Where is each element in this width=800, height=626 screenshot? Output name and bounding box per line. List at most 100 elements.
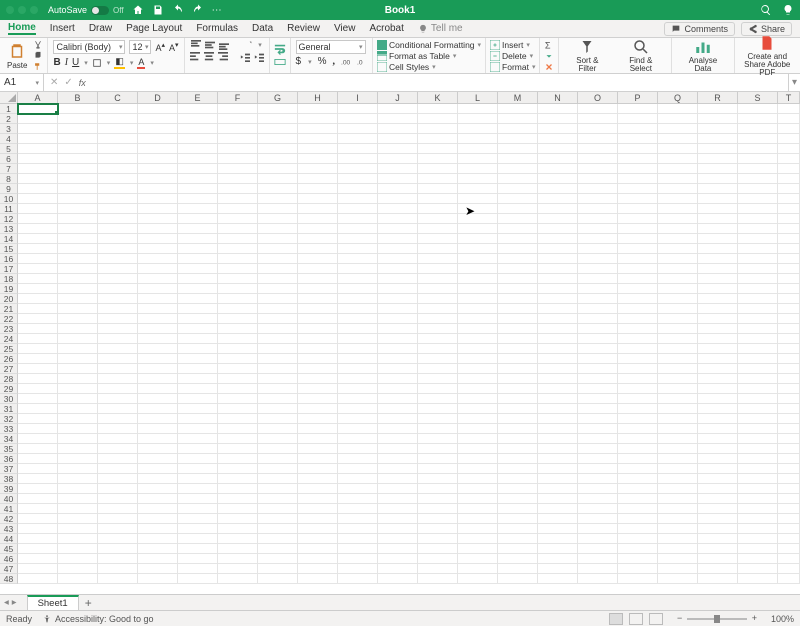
cell[interactable] (698, 294, 738, 304)
cell[interactable] (698, 504, 738, 514)
cell[interactable] (418, 454, 458, 464)
cell[interactable] (298, 524, 338, 534)
cell[interactable] (258, 404, 298, 414)
cell[interactable] (738, 144, 778, 154)
cell[interactable] (378, 144, 418, 154)
cell[interactable] (418, 504, 458, 514)
cell[interactable] (618, 174, 658, 184)
cell[interactable] (618, 214, 658, 224)
tab-insert[interactable]: Insert (50, 23, 75, 34)
cell[interactable] (258, 304, 298, 314)
autosave-toggle[interactable]: AutoSave Off (48, 5, 124, 15)
cell[interactable] (618, 424, 658, 434)
save-icon[interactable] (152, 4, 164, 16)
cell[interactable] (778, 254, 800, 264)
cell[interactable] (338, 414, 378, 424)
cell[interactable] (738, 194, 778, 204)
cell[interactable] (58, 124, 98, 134)
cell[interactable] (658, 284, 698, 294)
format-painter-icon[interactable] (33, 62, 43, 72)
cell[interactable] (538, 424, 578, 434)
cell[interactable] (378, 374, 418, 384)
cell[interactable] (618, 294, 658, 304)
cell[interactable] (418, 294, 458, 304)
cell[interactable] (58, 414, 98, 424)
cell[interactable] (298, 494, 338, 504)
cell[interactable] (458, 344, 498, 354)
cell[interactable] (138, 464, 178, 474)
cell[interactable] (258, 434, 298, 444)
cell[interactable] (458, 154, 498, 164)
cell[interactable] (538, 294, 578, 304)
cell[interactable] (418, 274, 458, 284)
cell[interactable] (458, 354, 498, 364)
cell[interactable] (738, 354, 778, 364)
lightbulb-icon[interactable] (782, 4, 794, 16)
cell[interactable] (258, 184, 298, 194)
cell[interactable] (698, 514, 738, 524)
cell[interactable] (418, 264, 458, 274)
cell[interactable] (458, 364, 498, 374)
cell[interactable] (338, 504, 378, 514)
conditional-formatting-button[interactable]: Conditional Formatting▾ (377, 40, 481, 50)
cell[interactable] (498, 244, 538, 254)
row-header[interactable]: 38 (0, 474, 18, 484)
cell[interactable] (458, 384, 498, 394)
redo-icon[interactable] (192, 4, 204, 16)
cell[interactable] (778, 424, 800, 434)
font-name-select[interactable]: Calibri (Body)▾ (53, 40, 125, 54)
cell[interactable] (178, 294, 218, 304)
cell[interactable] (458, 464, 498, 474)
cell[interactable] (418, 444, 458, 454)
cell[interactable] (458, 214, 498, 224)
currency-button[interactable]: $ (296, 56, 302, 67)
row-header[interactable]: 16 (0, 254, 18, 264)
cell[interactable] (498, 404, 538, 414)
cell[interactable] (58, 474, 98, 484)
cell[interactable] (298, 274, 338, 284)
cell[interactable] (218, 524, 258, 534)
cell[interactable] (658, 354, 698, 364)
cell[interactable] (658, 244, 698, 254)
cell[interactable] (578, 324, 618, 334)
cell[interactable] (738, 464, 778, 474)
cell[interactable] (458, 274, 498, 284)
cell[interactable] (138, 254, 178, 264)
cell[interactable] (178, 354, 218, 364)
cell[interactable] (338, 344, 378, 354)
cell[interactable] (698, 334, 738, 344)
cell[interactable] (698, 564, 738, 574)
cell[interactable] (578, 354, 618, 364)
comma-button[interactable]: , (333, 56, 336, 67)
cell[interactable] (658, 264, 698, 274)
cell[interactable] (418, 154, 458, 164)
cell[interactable] (298, 114, 338, 124)
cell[interactable] (698, 214, 738, 224)
cell[interactable] (618, 474, 658, 484)
cell[interactable] (738, 564, 778, 574)
cell[interactable] (578, 384, 618, 394)
cell[interactable] (778, 334, 800, 344)
cell[interactable] (258, 514, 298, 524)
cell[interactable] (578, 284, 618, 294)
cell[interactable] (298, 264, 338, 274)
number-format-select[interactable]: General▾ (296, 40, 366, 54)
cell[interactable] (658, 274, 698, 284)
cell[interactable] (618, 444, 658, 454)
cell[interactable] (538, 244, 578, 254)
cell[interactable] (698, 404, 738, 414)
cell[interactable] (698, 544, 738, 554)
cell[interactable] (378, 514, 418, 524)
column-header[interactable]: F (218, 92, 258, 103)
cell[interactable] (98, 244, 138, 254)
cell[interactable] (618, 324, 658, 334)
cell[interactable] (58, 234, 98, 244)
cell[interactable] (778, 374, 800, 384)
cell[interactable] (258, 144, 298, 154)
cell[interactable] (338, 224, 378, 234)
cell[interactable] (178, 284, 218, 294)
cell[interactable] (538, 444, 578, 454)
cell[interactable] (338, 314, 378, 324)
cell[interactable] (18, 574, 58, 584)
cell[interactable] (18, 424, 58, 434)
